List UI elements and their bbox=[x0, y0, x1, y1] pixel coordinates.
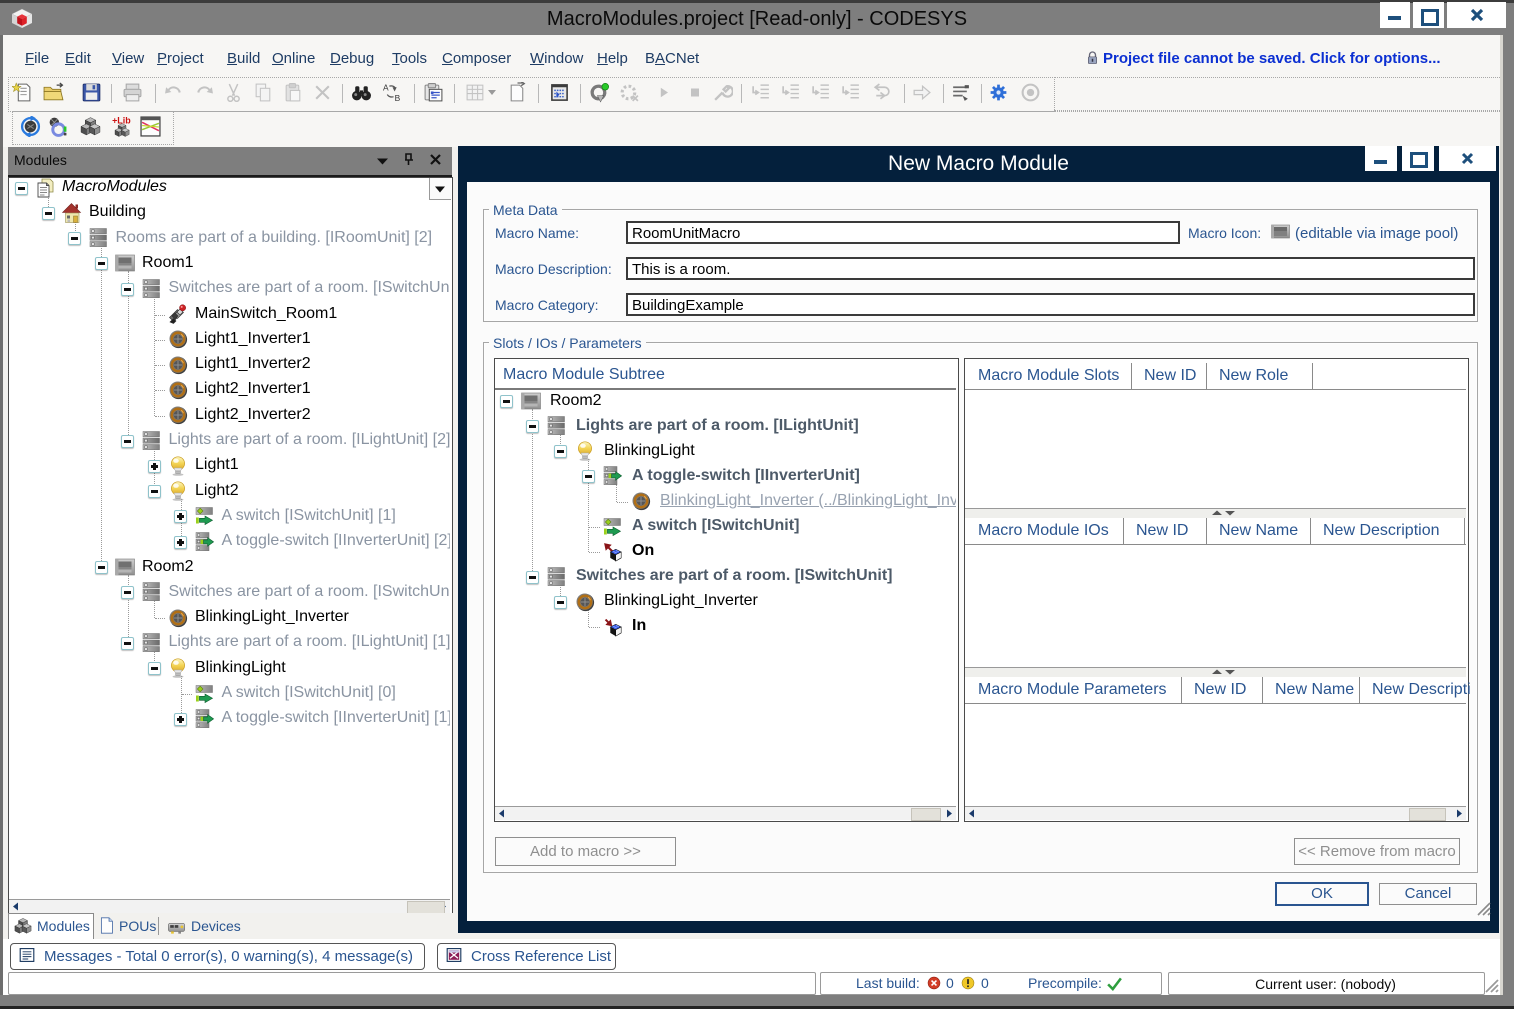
svg-text:B: B bbox=[395, 93, 401, 103]
svg-text:A: A bbox=[383, 82, 389, 92]
svg-text:+Lib: +Lib bbox=[112, 116, 131, 125]
